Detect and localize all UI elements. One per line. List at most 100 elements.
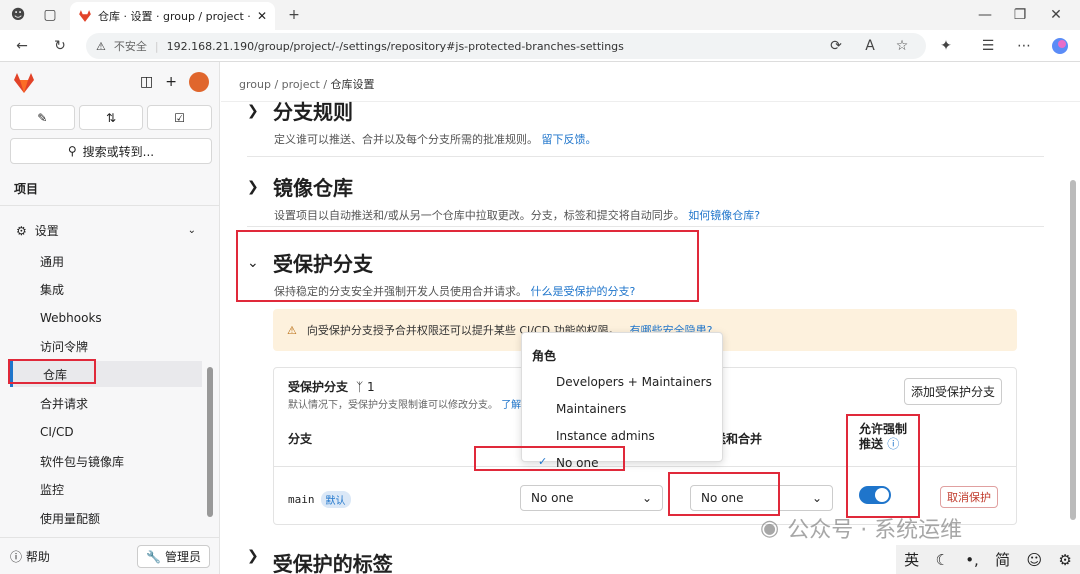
- mirror-help-link[interactable]: 如何镜像仓库?: [688, 209, 760, 222]
- settings-label: 设置: [34, 224, 59, 238]
- issues-icon[interactable]: ✎: [10, 105, 75, 130]
- section-divider: [247, 226, 1044, 227]
- chevron-right-icon[interactable]: ❯: [247, 103, 259, 119]
- sidebar-item-monitor[interactable]: 监控: [10, 476, 202, 502]
- merge-access-select[interactable]: No one ⌄: [520, 485, 663, 511]
- browser-tab[interactable]: 仓库 · 设置 · group / project · Gitl ✕: [70, 2, 275, 30]
- help-button[interactable]: ⓘ 帮助: [10, 548, 50, 565]
- search-icon: ⚲: [67, 144, 77, 158]
- main-content: group / project / 仓库设置 ❯ 分支规则 定义谁可以推送、合并以…: [221, 62, 1080, 574]
- favorites-icon[interactable]: ☰: [978, 36, 998, 56]
- sidebar-item-settings[interactable]: ⚙ 设置 ⌄: [16, 222, 196, 239]
- create-new-icon[interactable]: +: [165, 74, 177, 90]
- main-scrollbar[interactable]: [1068, 174, 1078, 534]
- sidebar-item-general[interactable]: 通用: [10, 248, 202, 274]
- unprotect-button[interactable]: 取消保护: [940, 486, 998, 508]
- branch-name: main: [288, 493, 315, 506]
- branch-count: ᛉ 1: [356, 379, 375, 394]
- sidebar-item-webhooks[interactable]: Webhooks: [10, 305, 202, 331]
- section-title[interactable]: 分支规则: [273, 96, 353, 125]
- section-protected-tags: ❯ 受保护的标签: [247, 548, 393, 574]
- refresh-icon[interactable]: ↻: [50, 36, 70, 56]
- sidebar-divider: [0, 205, 220, 206]
- profile-icon[interactable]: ☻: [8, 5, 28, 25]
- gear-icon[interactable]: ⚙: [1058, 551, 1071, 569]
- restore-icon[interactable]: ❐: [1010, 5, 1030, 25]
- wechat-icon: ◉: [760, 515, 780, 541]
- punct-icon[interactable]: •,: [965, 551, 979, 569]
- branch-icon: ᛉ: [356, 379, 364, 394]
- gitlab-favicon-icon: [79, 10, 91, 22]
- avatar[interactable]: [189, 72, 209, 92]
- dropdown-option[interactable]: Instance admins: [556, 429, 655, 443]
- watermark: ◉ 公众号 · 系统运维: [760, 512, 962, 544]
- admin-button[interactable]: 🔧 管理员: [137, 544, 210, 568]
- address-bar-row: ← ↻ ⚠ 不安全 | 192.168.21.190/group/project…: [0, 30, 1080, 62]
- tab-actions-icon[interactable]: ▢: [40, 5, 60, 25]
- sidebar-item-cicd[interactable]: CI/CD: [10, 419, 202, 445]
- url-separator: |: [154, 39, 159, 53]
- section-mirror: ❯ 镜像仓库 设置项目以自动推送和/或从另一个仓库中拉取更改。分支，标签和提交将自…: [247, 172, 760, 223]
- chevron-right-icon[interactable]: ❯: [247, 179, 259, 195]
- watermark-text: 公众号 · 系统运维: [787, 518, 963, 543]
- search-label: 搜索或转到...: [82, 144, 155, 159]
- url-field[interactable]: ⚠ 不安全 | 192.168.21.190/group/project/-/s…: [86, 33, 926, 59]
- chevron-down-icon: ⌄: [187, 225, 196, 236]
- dropdown-header: 角色: [532, 349, 557, 363]
- card-subtitle: 默认情况下，受保护分支限制谁可以修改分支。: [288, 400, 498, 411]
- section-desc: 定义谁可以推送、合并以及每个分支所需的批准规则。: [274, 133, 538, 146]
- highlight-box-protected-section: [236, 230, 699, 302]
- dropdown-option[interactable]: Maintainers: [556, 402, 626, 416]
- chevron-right-icon[interactable]: ❯: [247, 548, 259, 574]
- card-title: 受保护分支: [288, 380, 349, 394]
- sidebar-scrollbar[interactable]: [206, 212, 214, 532]
- breadcrumb-group[interactable]: group: [239, 78, 271, 91]
- emoji-icon[interactable]: ☺: [1026, 551, 1042, 569]
- extensions-icon[interactable]: ✦: [936, 36, 956, 56]
- new-tab-icon[interactable]: +: [284, 5, 304, 25]
- ime-lang[interactable]: 英: [904, 549, 919, 570]
- todo-icon[interactable]: ☑: [147, 105, 213, 130]
- breadcrumb: group / project / 仓库设置: [239, 78, 375, 91]
- section-title[interactable]: 镜像仓库: [273, 172, 353, 201]
- section-branch-rules: ❯ 分支规则 定义谁可以推送、合并以及每个分支所需的批准规则。 留下反馈。: [247, 96, 597, 147]
- copilot-icon[interactable]: [1050, 36, 1070, 56]
- sidebar-item-usage-quotas[interactable]: 使用量配额: [10, 505, 202, 531]
- sidebar-item-integrations[interactable]: 集成: [10, 276, 202, 302]
- browser-tab-bar: ☻ ▢ 仓库 · 设置 · group / project · Gitl ✕ +…: [0, 0, 1080, 30]
- default-badge: 默认: [320, 491, 351, 508]
- search-button[interactable]: ⚲ 搜索或转到...: [10, 138, 212, 164]
- help-icon: ⓘ: [10, 549, 23, 564]
- more-menu-icon[interactable]: ⋯: [1014, 36, 1034, 56]
- close-window-icon[interactable]: ✕: [1046, 5, 1066, 25]
- breadcrumb-project[interactable]: project: [282, 78, 320, 91]
- chevron-down-icon: ⌄: [811, 491, 822, 505]
- sidebar-item-merge-requests[interactable]: 合并请求: [10, 390, 202, 416]
- sidebar-item-access-tokens[interactable]: 访问令牌: [10, 333, 202, 359]
- minimize-icon[interactable]: —: [975, 5, 995, 25]
- favorite-star-icon[interactable]: ☆: [892, 36, 912, 56]
- gitlab-logo-icon[interactable]: [12, 71, 36, 95]
- chevron-down-icon: ⌄: [641, 491, 652, 505]
- read-aloud-icon[interactable]: A: [860, 36, 880, 56]
- ime-mode[interactable]: 简: [995, 549, 1010, 570]
- tab-title: 仓库 · 设置 · group / project · Gitl: [98, 10, 251, 23]
- feedback-link[interactable]: 留下反馈。: [542, 133, 597, 146]
- sidebar-item-packages[interactable]: 软件包与镜像库: [10, 448, 202, 474]
- sidebar-toggle-icon[interactable]: ◫: [140, 74, 153, 90]
- url-text: 192.168.21.190/group/project/-/settings/…: [166, 39, 624, 53]
- sidebar: ◫ + ✎ ⇅ ☑ ⚲ 搜索或转到... 项目 ⚙ 设置 ⌄ 通用 集成 Web…: [0, 62, 220, 574]
- merge-requests-icon[interactable]: ⇅: [78, 105, 144, 130]
- section-divider: [247, 156, 1044, 157]
- close-tab-icon[interactable]: ✕: [257, 9, 267, 23]
- learn-link[interactable]: 了解: [501, 400, 521, 411]
- add-protected-branch-button[interactable]: 添加受保护分支: [903, 378, 1002, 405]
- role-dropdown: 角色 Developers + Maintainers Maintainers …: [521, 332, 723, 470]
- dropdown-option[interactable]: Developers + Maintainers: [556, 375, 712, 389]
- breadcrumb-current: 仓库设置: [330, 78, 375, 91]
- moon-icon[interactable]: ☾: [935, 551, 948, 569]
- section-title[interactable]: 受保护的标签: [273, 548, 393, 574]
- sidebar-section-title: 项目: [14, 182, 39, 196]
- translate-icon[interactable]: ⟳: [826, 36, 846, 56]
- back-icon[interactable]: ←: [12, 36, 32, 56]
